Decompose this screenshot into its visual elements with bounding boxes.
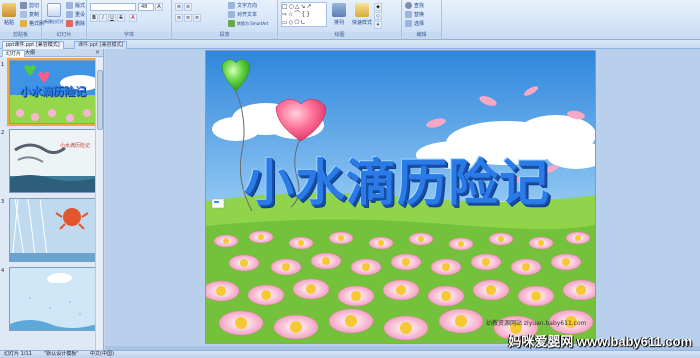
slide-thumbnail-1[interactable]: 小水滴历险记 [7, 58, 96, 126]
slide-counter: 幻灯片 1/11 [4, 351, 32, 357]
paste-icon [2, 3, 16, 17]
strikethrough-button[interactable]: S [117, 14, 125, 22]
slide-workspace: 小水滴历险记 幼教资源网站 ziyuan.baby611.com [105, 49, 700, 350]
quick-styles-button[interactable]: 快速样式 [352, 3, 372, 26]
shapes-gallery[interactable]: □○△↘↗ ⇨☆⌒{} ▭◇⬠∟ [281, 2, 327, 27]
close-icon[interactable]: × [95, 49, 100, 56]
slide-number: 2 [1, 130, 5, 136]
cut-button[interactable]: 剪切 [20, 2, 39, 9]
arrange-button[interactable]: 排列 [332, 3, 346, 26]
text-direction-icon [228, 2, 235, 9]
font-group: 48 A B I U S A 字体 [87, 0, 172, 40]
thumbnail-scrollbar-thumb[interactable] [97, 70, 103, 130]
shape-fill-button[interactable]: ◆ [374, 3, 382, 11]
drawing-group-label: 绘图 [278, 32, 401, 39]
text-direction-button[interactable]: 文字方向 [228, 2, 257, 9]
arrange-icon [332, 3, 346, 17]
slide-number: 4 [1, 268, 5, 274]
grow-font-button[interactable]: A [155, 3, 163, 11]
shape-effects-button[interactable]: ✦ [374, 21, 382, 29]
quick-styles-icon [355, 3, 369, 17]
slide-title[interactable]: 小水滴历险记 [244, 143, 550, 215]
align-center-button[interactable]: ≡ [184, 14, 192, 22]
delete-icon [66, 20, 73, 27]
italic-button[interactable]: I [99, 14, 107, 22]
copy-icon [20, 11, 27, 18]
paragraph-group: ≡ ≡ ≡ ≡ ≡ 文字方向 对齐文本 转换为 SmartArt 段落 [172, 0, 278, 40]
font-group-label: 字体 [87, 32, 171, 39]
font-name-combo[interactable] [90, 3, 136, 11]
editing-group-label: 编辑 [402, 32, 441, 39]
slide-thumbnail-4-image [10, 268, 95, 330]
slide-thumbnail-2-image [10, 130, 95, 192]
underline-button[interactable]: U [108, 14, 116, 22]
find-icon [405, 2, 412, 9]
smartart-icon [228, 20, 235, 27]
theme-name: "默认设计模板" [44, 351, 79, 357]
find-button[interactable]: 查找 [405, 2, 424, 9]
watermark-text: 妈咪爱婴网 www.baby611.com [508, 334, 692, 349]
thumbnail-scrollbar[interactable] [95, 58, 103, 350]
language-indicator[interactable]: 中文(中国) [90, 351, 114, 358]
copy-button[interactable]: 复制 [20, 11, 39, 18]
slide-thumbnail-3-image [10, 199, 95, 261]
align-text-button[interactable]: 对齐文本 [228, 11, 257, 18]
document-tab-2-label: 课件.ppt [兼容模式] [78, 42, 124, 48]
replace-icon [405, 11, 412, 18]
paragraph-group-label: 段落 [172, 32, 277, 39]
select-button[interactable]: 选择 [405, 20, 424, 27]
bullets-button[interactable]: ≡ [175, 3, 183, 11]
document-tab-1-label: ppt课件.ppt [兼容模式] [6, 42, 60, 48]
status-bar: 幻灯片 1/11 "默认设计模板" 中文(中国) [0, 350, 700, 358]
slides-panel: 幻灯片 大纲 × 1 小水滴历险记 2 小水滴历险记 3 4 [0, 49, 104, 350]
slide-thumbnail-2-caption: 小水滴历险记 [60, 143, 91, 149]
drawing-group: □○△↘↗ ⇨☆⌒{} ▭◇⬠∟ 排列 快速样式 ◆ ◇ ✦ 绘图 [278, 0, 402, 40]
numbering-button[interactable]: ≡ [184, 3, 192, 11]
slide-number: 1 [1, 62, 5, 68]
bold-button[interactable]: B [90, 14, 98, 22]
layout-button[interactable]: 版式 [66, 2, 85, 9]
editing-group: 查找 替换 选择 编辑 [402, 0, 442, 40]
slide-number: 3 [1, 199, 5, 205]
tab-outline[interactable]: 大纲 [22, 50, 38, 57]
scissors-icon [20, 2, 27, 9]
slide-canvas[interactable]: 小水滴历险记 幼教资源网站 ziyuan.baby611.com [205, 50, 596, 344]
align-text-icon [228, 11, 235, 18]
format-painter-button[interactable]: 格式刷 [20, 20, 44, 27]
replace-button[interactable]: 替换 [405, 11, 424, 18]
slides-panel-tabs: 幻灯片 大纲 × [0, 49, 103, 57]
clipboard-group-label: 剪贴板 [0, 32, 41, 39]
clipboard-group: 粘贴 剪切 复制 格式刷 剪贴板 [0, 0, 44, 40]
slide-thumbnail-3[interactable] [9, 198, 96, 262]
new-slide-icon [47, 3, 61, 17]
slides-group-label: 幻灯片 [42, 32, 86, 39]
document-tabstrip: ppt课件.ppt [兼容模式] 课件.ppt [兼容模式] [0, 40, 700, 49]
brush-icon [20, 20, 27, 27]
convert-smartart-button[interactable]: 转换为 SmartArt [228, 20, 268, 27]
align-right-button[interactable]: ≡ [193, 14, 201, 22]
font-color-button[interactable]: A [129, 14, 137, 22]
document-tab-2[interactable]: 课件.ppt [兼容模式] [74, 41, 128, 49]
website-caption: 幼教资源网站 ziyuan.baby611.com [486, 320, 587, 327]
delete-button[interactable]: 删除 [66, 20, 85, 27]
document-tab-1[interactable]: ppt课件.ppt [兼容模式] [2, 41, 64, 49]
new-slide-button[interactable]: 新建幻灯片 [44, 3, 64, 25]
paste-button[interactable]: 粘贴 [2, 3, 16, 26]
font-size-combo[interactable]: 48 [138, 3, 154, 11]
shape-outline-button[interactable]: ◇ [374, 12, 382, 20]
reset-button[interactable]: 重设 [66, 11, 85, 18]
slides-group: 新建幻灯片 版式 重设 删除 幻灯片 [42, 0, 87, 40]
slide-thumbnail-4[interactable] [9, 267, 96, 331]
select-icon [405, 20, 412, 27]
layout-icon [66, 2, 73, 9]
slide-thumbnail-1-title: 小水滴历险记 [20, 85, 86, 98]
reset-icon [66, 11, 73, 18]
align-left-button[interactable]: ≡ [175, 14, 183, 22]
thumbnail-list: 1 小水滴历险记 2 小水滴历险记 3 4 [0, 58, 96, 350]
ribbon: 粘贴 剪切 复制 格式刷 剪贴板 新建幻灯片 版式 重设 删除 幻灯片 48 A… [0, 0, 700, 40]
slide-thumbnail-2[interactable]: 小水滴历险记 [9, 129, 96, 193]
